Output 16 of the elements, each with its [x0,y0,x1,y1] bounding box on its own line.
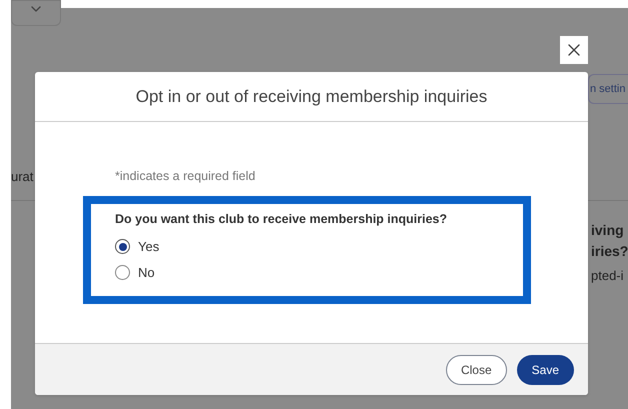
background-text: pted-i [591,267,625,285]
cancel-button[interactable]: Close [446,354,507,384]
radio-button [115,239,130,254]
save-button[interactable]: Save [516,354,574,384]
background-text: urat [11,168,34,186]
required-note: *indicates a required field [115,168,256,185]
dialog-title: Opt in or out of receiving membership inquiries [136,86,488,108]
background-text: iving [591,221,625,240]
close-button[interactable] [560,36,588,64]
radio-option[interactable]: Yes [115,238,160,254]
background-text: iries? [591,242,628,261]
radio-button [115,265,130,280]
option-label: No [138,264,155,282]
radio-option[interactable]: No [115,264,155,280]
option-label: Yes [138,238,160,256]
question-label: Do you want this club to receive membership inquiries? [115,210,448,228]
